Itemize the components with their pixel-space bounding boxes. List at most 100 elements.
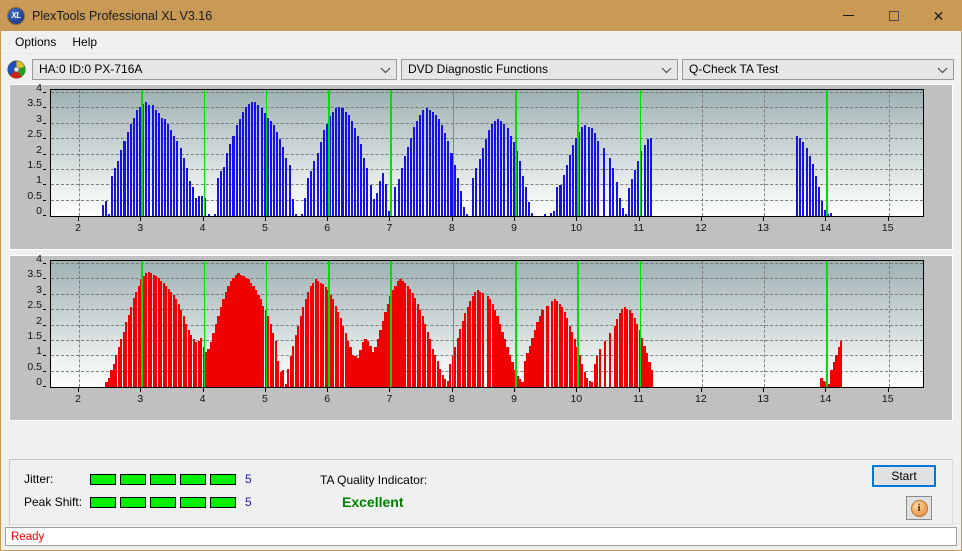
chart-bar — [191, 186, 194, 216]
chart-bar — [304, 197, 307, 216]
chart-bar — [160, 117, 163, 216]
x-axis-label: 7 — [386, 393, 393, 405]
chart-bar — [409, 137, 412, 216]
x-axis-tick — [763, 388, 765, 392]
chart-bar — [244, 106, 247, 216]
y-axis-tick — [43, 107, 46, 109]
chart-bar — [650, 370, 654, 387]
chart-bar — [238, 119, 241, 216]
x-axis-label: 15 — [881, 222, 894, 234]
maximize-button[interactable] — [871, 1, 916, 30]
x-axis-label: 5 — [261, 393, 268, 405]
close-icon: ✕ — [932, 7, 945, 24]
gridline-horizontal — [51, 278, 923, 280]
meter-segment — [120, 473, 146, 485]
status-bar: Ready — [5, 527, 957, 546]
y-axis-label: 3.5 — [27, 97, 42, 110]
x-axis-label: 7 — [386, 222, 393, 234]
menu-item-options[interactable]: Options — [7, 33, 64, 51]
x-axis-label: 3 — [137, 222, 144, 234]
chart-bar — [562, 174, 565, 216]
chevron-down-icon — [380, 63, 391, 74]
minimize-button[interactable] — [826, 1, 871, 30]
marker-line — [826, 90, 828, 216]
chart-bar — [559, 185, 562, 216]
chart-bar — [154, 109, 157, 216]
status-text: Ready — [11, 530, 45, 543]
chart-bar — [182, 157, 185, 216]
maximize-icon — [888, 10, 899, 21]
start-button[interactable]: Start — [872, 465, 936, 487]
y-axis-label: 3 — [36, 112, 42, 125]
chart-bar — [608, 333, 611, 387]
chart-bar — [195, 197, 198, 216]
x-axis-tick — [700, 217, 702, 221]
gridline-horizontal — [51, 263, 923, 265]
function-select[interactable]: DVD Diagnostic Functions — [401, 58, 678, 80]
x-axis-label: 10 — [570, 393, 583, 405]
chart-bar — [481, 293, 484, 387]
close-button[interactable]: ✕ — [916, 1, 961, 30]
chart-bar — [840, 340, 843, 387]
ta-quality-label: TA Quality Indicator: — [320, 473, 428, 487]
x-axis-tick — [140, 217, 142, 221]
chart-bar — [805, 148, 808, 216]
x-axis-label: 6 — [324, 393, 331, 405]
x-axis-label: 14 — [819, 222, 832, 234]
y-axis-label: 0.5 — [27, 360, 42, 373]
chart-bar — [584, 125, 587, 216]
chart-bar — [627, 188, 630, 216]
chart-bar — [419, 114, 422, 216]
chart-bar — [357, 136, 360, 216]
menu-item-help[interactable]: Help — [64, 33, 105, 51]
chart-bar — [459, 191, 462, 216]
y-axis-label: 2 — [36, 143, 42, 156]
chart-bar — [609, 157, 612, 216]
meter-segment — [90, 496, 116, 508]
chart-bar — [441, 125, 444, 216]
x-axis-label: 12 — [695, 393, 707, 405]
chart-bar — [456, 177, 459, 216]
x-axis-label: 9 — [511, 222, 517, 234]
x-axis-tick — [887, 217, 889, 221]
chart-bar — [646, 139, 649, 216]
chart-bar — [571, 145, 574, 216]
chart-bar — [428, 109, 431, 216]
chart-bar — [503, 123, 506, 216]
x-axis-label: 2 — [75, 393, 81, 405]
minimize-icon — [843, 15, 854, 16]
chart-bar — [624, 214, 627, 216]
gridline-vertical — [888, 90, 890, 216]
chart-bar — [285, 157, 288, 216]
chart-bar — [603, 148, 606, 216]
info-button[interactable]: i — [906, 496, 932, 520]
chart-bar — [478, 159, 481, 216]
chart-bar — [310, 171, 313, 216]
x-axis-label: 9 — [511, 393, 517, 405]
x-axis-tick — [264, 388, 266, 392]
gridline-vertical — [79, 90, 81, 216]
chart-bar — [649, 137, 652, 216]
chart-bar — [593, 133, 596, 216]
x-axis-tick — [825, 388, 827, 392]
chart-bar — [198, 196, 201, 216]
x-axis-tick — [264, 217, 266, 221]
chart-bar — [272, 125, 275, 216]
jitter-value: 5 — [245, 472, 252, 486]
chart-bar — [447, 140, 450, 216]
chevron-down-icon — [661, 63, 672, 74]
chart-bar — [363, 157, 366, 216]
chart-bar — [369, 185, 372, 216]
test-select[interactable]: Q-Check TA Test — [682, 58, 954, 80]
chart-bar — [291, 199, 294, 216]
marker-line — [203, 261, 206, 387]
x-axis-label: 15 — [881, 393, 894, 405]
meter-segment — [210, 496, 236, 508]
charts-area: 0 0.5 1 1.5 2 2.5 3 3.5 4 2 3 4 5 6 7 8 9 10 11 12 13 14 15 0… — [1, 82, 961, 421]
y-axis-label: 4 — [36, 82, 42, 95]
x-axis-tick — [78, 388, 80, 392]
marker-line — [390, 261, 392, 387]
drive-select[interactable]: HA:0 ID:0 PX-716A — [32, 58, 397, 80]
x-axis-label: 13 — [757, 222, 769, 234]
chart-bar — [145, 102, 148, 216]
